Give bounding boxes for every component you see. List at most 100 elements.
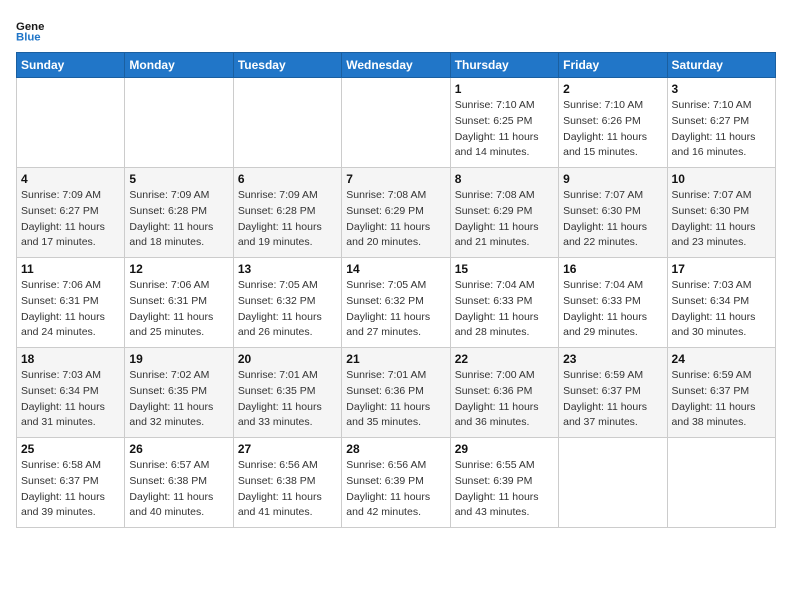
calendar-cell: 23Sunrise: 6:59 AMSunset: 6:37 PMDayligh… — [559, 348, 667, 438]
day-number: 13 — [238, 262, 337, 276]
calendar-cell: 27 Sunrise: 6:56 AMSunset: 6:38 PMDayligh… — [233, 438, 341, 528]
day-number: 24 — [672, 352, 771, 366]
day-info: Sunrise: 7:04 AMSunset: 6:33 PMDaylight:… — [455, 278, 554, 341]
calendar-cell: 14 Sunrise: 7:05 AMSunset: 6:32 PMDayligh… — [342, 258, 450, 348]
day-info: Sunrise: 7:10 AMSunset: 6:26 PMDaylight:… — [563, 98, 662, 161]
calendar-cell: 4Sunrise: 7:09 AMSunset: 6:27 PMDaylight… — [17, 168, 125, 258]
calendar-cell — [667, 438, 775, 528]
day-number: 9 — [563, 172, 662, 186]
calendar-cell: 8 Sunrise: 7:08 AMSunset: 6:29 PMDaylight… — [450, 168, 558, 258]
day-info: Sunrise: 7:07 AMSunset: 6:30 PMDaylight:… — [563, 188, 662, 251]
day-number: 25 — [21, 442, 120, 456]
calendar-cell: 1 Sunrise: 7:10 AMSunset: 6:25 PMDaylight… — [450, 78, 558, 168]
day-info: Sunrise: 7:02 AMSunset: 6:35 PMDaylight:… — [129, 368, 228, 431]
calendar-cell — [17, 78, 125, 168]
day-number: 26 — [129, 442, 228, 456]
day-info: Sunrise: 7:08 AMSunset: 6:29 PMDaylight:… — [346, 188, 445, 251]
calendar-cell: 19 Sunrise: 7:02 AMSunset: 6:35 PMDayligh… — [125, 348, 233, 438]
day-header-friday: Friday — [559, 53, 667, 78]
calendar-cell — [233, 78, 341, 168]
day-info: Sunrise: 7:05 AMSunset: 6:32 PMDaylight:… — [346, 278, 445, 341]
calendar-cell: 2 Sunrise: 7:10 AMSunset: 6:26 PMDaylight… — [559, 78, 667, 168]
day-info: Sunrise: 7:10 AMSunset: 6:27 PMDaylight:… — [672, 98, 771, 161]
day-number: 8 — [455, 172, 554, 186]
calendar-cell: 29 Sunrise: 6:55 AMSunset: 6:39 PMDayligh… — [450, 438, 558, 528]
day-info: Sunrise: 6:56 AMSunset: 6:38 PMDaylight:… — [238, 458, 337, 521]
day-info: Sunrise: 7:01 AMSunset: 6:36 PMDaylight:… — [346, 368, 445, 431]
day-info: Sunrise: 7:05 AMSunset: 6:32 PMDaylight:… — [238, 278, 337, 341]
calendar-cell: 5 Sunrise: 7:09 AMSunset: 6:28 PMDaylight… — [125, 168, 233, 258]
day-number: 16 — [563, 262, 662, 276]
day-info: Sunrise: 7:09 AMSunset: 6:28 PMDaylight:… — [129, 188, 228, 251]
svg-text:Blue: Blue — [16, 32, 41, 44]
calendar-cell: 25 Sunrise: 6:58 AMSunset: 6:37 PMDayligh… — [17, 438, 125, 528]
day-number: 5 — [129, 172, 228, 186]
day-info: Sunrise: 7:04 AMSunset: 6:33 PMDaylight:… — [563, 278, 662, 341]
day-info: Sunrise: 6:56 AMSunset: 6:39 PMDaylight:… — [346, 458, 445, 521]
calendar-cell — [559, 438, 667, 528]
day-info: Sunrise: 7:03 AMSunset: 6:34 PMDaylight:… — [672, 278, 771, 341]
day-number: 20 — [238, 352, 337, 366]
day-number: 6 — [238, 172, 337, 186]
day-info: Sunrise: 7:06 AMSunset: 6:31 PMDaylight:… — [21, 278, 120, 341]
calendar-cell: 28 Sunrise: 6:56 AMSunset: 6:39 PMDayligh… — [342, 438, 450, 528]
day-number: 18 — [21, 352, 120, 366]
day-header-monday: Monday — [125, 53, 233, 78]
calendar-cell: 3 Sunrise: 7:10 AMSunset: 6:27 PMDaylight… — [667, 78, 775, 168]
calendar-cell: 12 Sunrise: 7:06 AMSunset: 6:31 PMDayligh… — [125, 258, 233, 348]
day-number: 2 — [563, 82, 662, 96]
day-number: 19 — [129, 352, 228, 366]
logo-icon: General Blue — [16, 16, 44, 44]
day-info: Sunrise: 7:01 AMSunset: 6:35 PMDaylight:… — [238, 368, 337, 431]
day-header-wednesday: Wednesday — [342, 53, 450, 78]
day-info: Sunrise: 6:58 AMSunset: 6:37 PMDaylight:… — [21, 458, 120, 521]
calendar-cell: 13 Sunrise: 7:05 AMSunset: 6:32 PMDayligh… — [233, 258, 341, 348]
day-header-saturday: Saturday — [667, 53, 775, 78]
day-info: Sunrise: 6:55 AMSunset: 6:39 PMDaylight:… — [455, 458, 554, 521]
day-number: 15 — [455, 262, 554, 276]
day-header-thursday: Thursday — [450, 53, 558, 78]
day-info: Sunrise: 6:57 AMSunset: 6:38 PMDaylight:… — [129, 458, 228, 521]
calendar-cell: 15 Sunrise: 7:04 AMSunset: 6:33 PMDayligh… — [450, 258, 558, 348]
calendar-cell: 24 Sunrise: 6:59 AMSunset: 6:37 PMDayligh… — [667, 348, 775, 438]
logo: General Blue — [16, 16, 48, 44]
calendar-cell: 16 Sunrise: 7:04 AMSunset: 6:33 PMDayligh… — [559, 258, 667, 348]
day-number: 17 — [672, 262, 771, 276]
day-header-tuesday: Tuesday — [233, 53, 341, 78]
day-number: 23 — [563, 352, 662, 366]
calendar-cell: 10 Sunrise: 7:07 AMSunset: 6:30 PMDayligh… — [667, 168, 775, 258]
calendar-cell: 7 Sunrise: 7:08 AMSunset: 6:29 PMDaylight… — [342, 168, 450, 258]
day-info: Sunrise: 7:10 AMSunset: 6:25 PMDaylight:… — [455, 98, 554, 161]
calendar-cell — [342, 78, 450, 168]
calendar-cell: 9 Sunrise: 7:07 AMSunset: 6:30 PMDaylight… — [559, 168, 667, 258]
day-number: 10 — [672, 172, 771, 186]
calendar-cell: 20 Sunrise: 7:01 AMSunset: 6:35 PMDayligh… — [233, 348, 341, 438]
day-number: 11 — [21, 262, 120, 276]
calendar-table: SundayMondayTuesdayWednesdayThursdayFrid… — [16, 52, 776, 528]
day-info: Sunrise: 7:00 AMSunset: 6:36 PMDaylight:… — [455, 368, 554, 431]
calendar-cell: 11 Sunrise: 7:06 AMSunset: 6:31 PMDayligh… — [17, 258, 125, 348]
day-number: 22 — [455, 352, 554, 366]
day-number: 27 — [238, 442, 337, 456]
page-header: General Blue — [16, 16, 776, 44]
day-number: 3 — [672, 82, 771, 96]
day-header-sunday: Sunday — [17, 53, 125, 78]
day-info: Sunrise: 7:09 AMSunset: 6:27 PMDaylight:… — [21, 188, 120, 251]
calendar-cell: 6 Sunrise: 7:09 AMSunset: 6:28 PMDaylight… — [233, 168, 341, 258]
calendar-cell: 26 Sunrise: 6:57 AMSunset: 6:38 PMDayligh… — [125, 438, 233, 528]
day-number: 7 — [346, 172, 445, 186]
day-info: Sunrise: 6:59 AMSunset: 6:37 PMDaylight:… — [672, 368, 771, 431]
calendar-cell: 21Sunrise: 7:01 AMSunset: 6:36 PMDayligh… — [342, 348, 450, 438]
day-info: Sunrise: 7:03 AMSunset: 6:34 PMDaylight:… — [21, 368, 120, 431]
day-info: Sunrise: 7:08 AMSunset: 6:29 PMDaylight:… — [455, 188, 554, 251]
calendar-cell: 22 Sunrise: 7:00 AMSunset: 6:36 PMDayligh… — [450, 348, 558, 438]
day-number: 28 — [346, 442, 445, 456]
day-info: Sunrise: 7:09 AMSunset: 6:28 PMDaylight:… — [238, 188, 337, 251]
day-number: 12 — [129, 262, 228, 276]
day-info: Sunrise: 7:07 AMSunset: 6:30 PMDaylight:… — [672, 188, 771, 251]
day-number: 14 — [346, 262, 445, 276]
calendar-cell — [125, 78, 233, 168]
day-info: Sunrise: 7:06 AMSunset: 6:31 PMDaylight:… — [129, 278, 228, 341]
day-number: 1 — [455, 82, 554, 96]
day-number: 29 — [455, 442, 554, 456]
